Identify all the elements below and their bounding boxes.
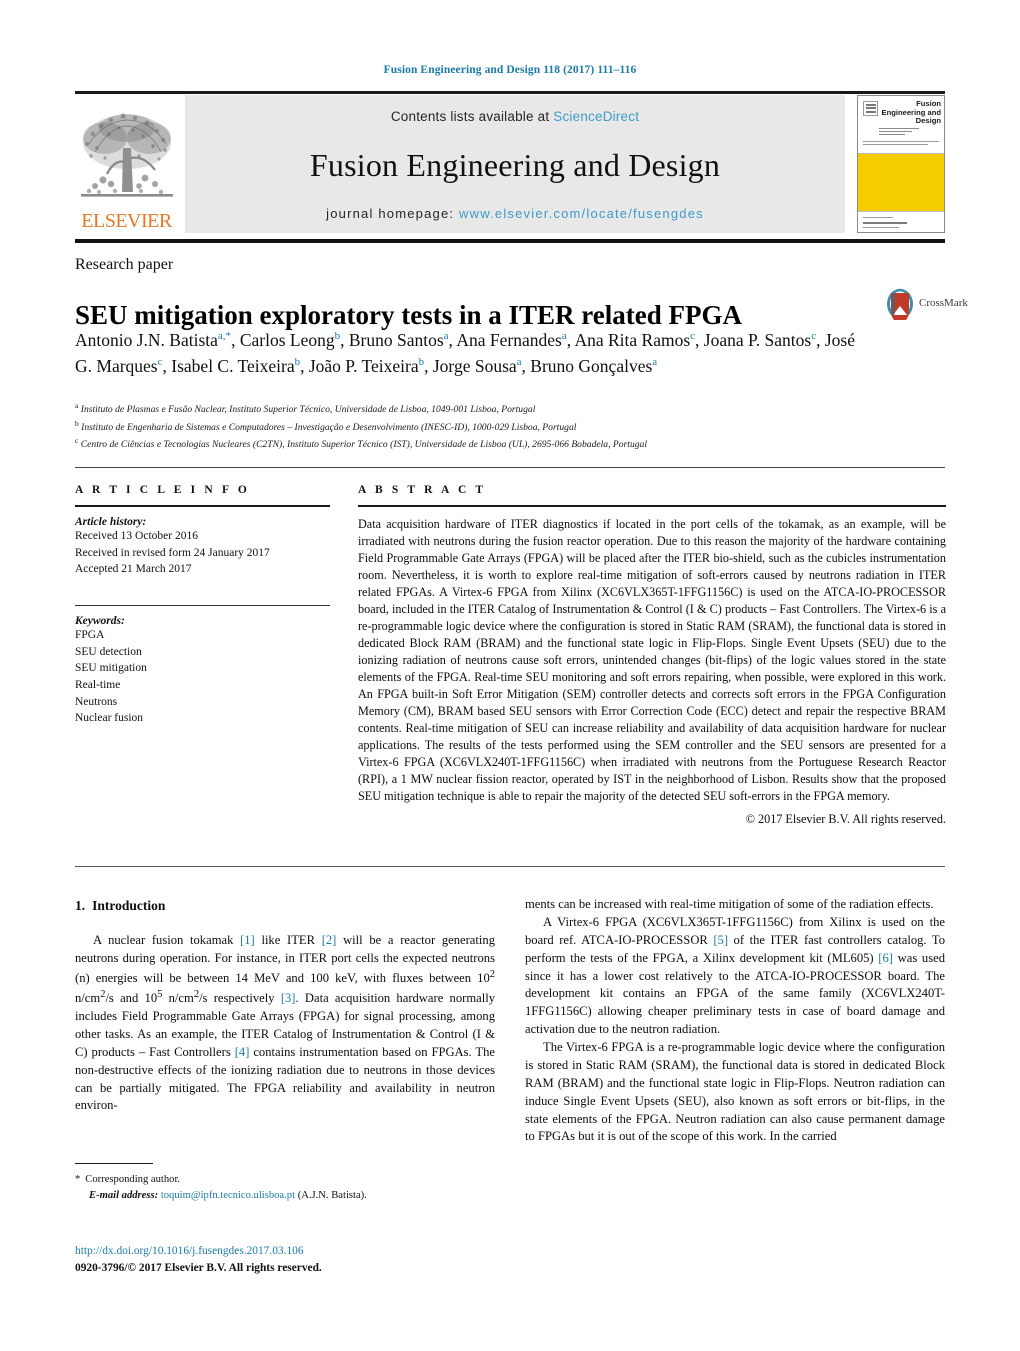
- affiliation-item: a Instituto de Plasmas e Fusão Nuclear, …: [75, 400, 905, 418]
- contents-available-line: Contents lists available at ScienceDirec…: [391, 109, 639, 124]
- article-top-rule: [75, 239, 945, 243]
- article-info-heading: A R T I C L E I N F O: [75, 484, 250, 496]
- cover-top-section: Fusion Engineering and Design: [858, 96, 944, 154]
- flux-unit-1: n/cm: [75, 991, 101, 1006]
- article-page: Fusion Engineering and Design 118 (2017)…: [0, 0, 1020, 1351]
- running-head: Fusion Engineering and Design 118 (2017)…: [383, 64, 637, 76]
- cover-badge-icon: [863, 101, 878, 116]
- affiliation-mark: b: [75, 418, 79, 428]
- affiliation-mark: c: [75, 436, 79, 446]
- footnote-marker: *: [75, 1174, 81, 1185]
- abstract-heading: A B S T R A C T: [358, 484, 487, 496]
- history-accepted: Accepted 21 March 2017: [75, 563, 192, 576]
- keyword-item: Nuclear fusion: [75, 712, 144, 725]
- abstract-bottom-rule: [75, 866, 945, 867]
- email-label: E-mail address:: [89, 1189, 159, 1201]
- contents-prefix: Contents lists available at: [390, 109, 554, 124]
- section-heading-introduction: 1. Introduction: [75, 896, 495, 915]
- journal-homepage-line: journal homepage: www.elsevier.com/locat…: [326, 206, 704, 221]
- intro-text-a: A nuclear fusion tokamak: [93, 933, 241, 948]
- issn-copyright-line: 0920-3796/© 2017 Elsevier B.V. All right…: [75, 1262, 322, 1275]
- article-history-label: Article history:: [75, 516, 147, 528]
- cover-yellow-panel: [858, 154, 944, 211]
- corresponding-author-footnote: * Corresponding author. E-mail address: t…: [75, 1172, 495, 1204]
- keyword-item: Real-time: [75, 679, 121, 692]
- affiliation-text: Instituto de Plasmas e Fusão Nuclear, In…: [80, 404, 536, 416]
- elsevier-tree-icon: [75, 104, 178, 211]
- affiliation-item: c Centro de Ciências e Tecnologias Nucle…: [75, 435, 905, 453]
- affiliation-list: a Instituto de Plasmas e Fusão Nuclear, …: [75, 400, 905, 453]
- keyword-item: Neutrons: [75, 695, 118, 708]
- cover-bottom-section: [858, 211, 944, 232]
- corresponding-author-label: Corresponding author.: [85, 1174, 181, 1185]
- doi-block: http://dx.doi.org/10.1016/j.fusengdes.20…: [75, 1243, 535, 1277]
- citation-3[interactable]: [3]: [281, 991, 296, 1005]
- journal-title: Fusion Engineering and Design: [309, 146, 721, 183]
- flux-unit-2: n/cm: [162, 991, 194, 1006]
- citation-6[interactable]: [6]: [878, 951, 893, 965]
- section-number: 1.: [75, 898, 86, 913]
- citation-4[interactable]: [4]: [235, 1045, 250, 1059]
- article-info-divider: [75, 505, 330, 507]
- elsevier-wordmark: ELSEVIER: [81, 210, 172, 232]
- flux-tail: /s respectively: [199, 991, 281, 1006]
- abstract-text: Data acquisition hardware of ITER diagno…: [358, 517, 946, 804]
- cover-journal-title: Fusion Engineering and Design: [881, 99, 942, 125]
- affiliation-text: Centro de Ciências e Tecnologias Nuclear…: [80, 439, 648, 451]
- affiliation-mark: a: [75, 401, 79, 410]
- crossmark-badge[interactable]: CrossMark: [885, 288, 968, 323]
- paragraph-intro-3: The Virtex-6 FPGA is a re-programmable l…: [525, 1040, 945, 1144]
- footnote-rule: [75, 1163, 153, 1165]
- corresponding-author-line: * Corresponding author.: [75, 1172, 495, 1188]
- document-type: Research paper: [75, 256, 174, 273]
- citation-1[interactable]: [1]: [240, 933, 255, 947]
- abstract-divider: [358, 505, 946, 507]
- article-info-column: A R T I C L E I N F O Article history: R…: [75, 484, 330, 727]
- sciencedirect-link[interactable]: ScienceDirect: [553, 109, 639, 124]
- cover-caption-lines: [863, 141, 939, 147]
- cover-subtitle-lines: [879, 128, 919, 136]
- affiliation-text: Instituto de Engenharia de Sistemas e Co…: [81, 421, 577, 433]
- paragraph-intro-continued: ments can be increased with real-time mi…: [525, 897, 934, 911]
- abstract-column: A B S T R A C T Data acquisition hardwar…: [358, 484, 946, 827]
- body-column-right: ments can be increased with real-time mi…: [525, 896, 945, 1146]
- homepage-prefix: journal homepage:: [326, 206, 460, 221]
- journal-homepage-link[interactable]: www.elsevier.com/locate/fusengdes: [459, 206, 704, 221]
- journal-cover-thumbnail: Fusion Engineering and Design: [857, 95, 945, 233]
- abstract-copyright: © 2017 Elsevier B.V. All rights reserved…: [745, 812, 946, 827]
- author-list: Antonio J.N. Batistaa,*, Carlos Leongb, …: [75, 330, 856, 377]
- keyword-item: SEU detection: [75, 645, 142, 658]
- elsevier-logo: ELSEVIER: [75, 95, 178, 233]
- citation-5[interactable]: [5]: [713, 933, 728, 947]
- email-line: E-mail address: toquim@ipfn.tecnico.ulis…: [75, 1188, 495, 1204]
- keyword-item: FPGA: [75, 629, 105, 642]
- keywords-divider: [75, 605, 330, 607]
- section-title: Introduction: [92, 898, 166, 913]
- journal-band: Contents lists available at ScienceDirec…: [185, 95, 845, 233]
- citation-2[interactable]: [2]: [322, 933, 337, 947]
- info-top-rule: [75, 467, 945, 468]
- paragraph-intro-2: A Virtex-6 FPGA (XC6VLX365T-1FFG1156C) f…: [525, 914, 945, 1039]
- keywords-label: Keywords:: [75, 615, 125, 628]
- body-column-left: 1. Introduction A nuclear fusion tokamak …: [75, 896, 495, 1115]
- intro-text-b: like ITER: [254, 933, 322, 948]
- history-revised: Received in revised form 24 January 2017: [75, 546, 270, 559]
- email-suffix: (A.J.N. Batista).: [297, 1189, 367, 1201]
- crossmark-label: CrossMark: [919, 297, 968, 309]
- email-link[interactable]: toquim@ipfn.tecnico.ulisboa.pt: [161, 1190, 295, 1201]
- keyword-item: SEU mitigation: [75, 662, 147, 675]
- doi-link[interactable]: http://dx.doi.org/10.1016/j.fusengdes.20…: [75, 1243, 535, 1260]
- crossmark-icon: [887, 288, 913, 323]
- paragraph-intro-1: A nuclear fusion tokamak [1] like ITER […: [75, 932, 495, 1115]
- flux-mid: /s and 10: [105, 991, 158, 1006]
- flux-exponent-1: 2: [489, 968, 495, 980]
- masthead-top-rule: [75, 91, 945, 94]
- affiliation-item: b Instituto de Engenharia de Sistemas e …: [75, 418, 905, 436]
- journal-masthead: ELSEVIER Contents lists available at Sci…: [75, 95, 945, 233]
- history-received: Received 13 October 2016: [75, 530, 198, 542]
